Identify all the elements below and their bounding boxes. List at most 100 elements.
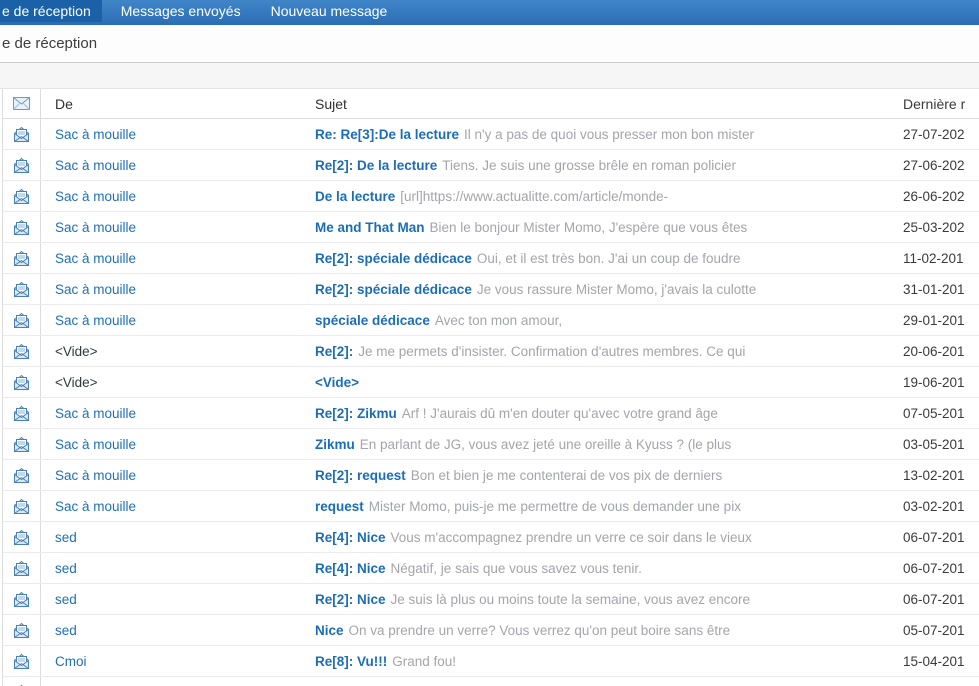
read-message-icon (3, 181, 41, 211)
message-row[interactable]: Cmoi Re[8]: Vu!!! Grand fou! 15-04-201 (3, 646, 979, 677)
sender-link[interactable]: Sac à mouille (55, 158, 136, 173)
message-row[interactable]: Sac à mouille Me and That Man Bien le bon… (3, 212, 979, 243)
last-reply-date: 06-07-201 (903, 529, 965, 545)
read-message-icon (3, 460, 41, 490)
tab-inbox[interactable]: e de réception (0, 0, 102, 22)
subject-link[interactable]: De la lecture (315, 189, 395, 204)
page-title: e de réception (0, 25, 979, 63)
message-preview: Je me permets d'insister. Confirmation d… (358, 343, 746, 359)
read-message-icon (3, 150, 41, 180)
column-header-sujet[interactable]: Sujet (315, 96, 903, 112)
subject-link[interactable]: Re: Re[3]:De la lecture (315, 127, 459, 142)
subject-link[interactable]: Re[2]: Nice (315, 592, 386, 607)
read-message-icon (3, 212, 41, 242)
message-row[interactable]: <Vide> <Vide> 19-06-201 (3, 367, 979, 398)
subject-link[interactable]: Re[4]: Nice (315, 530, 386, 545)
message-row[interactable]: Sac à mouille Re[2]: request Bon et bien … (3, 460, 979, 491)
last-reply-date: 27-07-202 (903, 126, 965, 142)
subject-link[interactable]: Re[2]: Zikmu (315, 406, 397, 421)
message-preview: [url]https://www.actualitte.com/article/… (400, 188, 669, 204)
column-header-de[interactable]: De (41, 96, 315, 112)
message-row[interactable]: sed Re[4]: Nice Négatif, je sais que vous… (3, 553, 979, 584)
message-row[interactable]: Sac à mouille request Mister Momo, puis-j… (3, 491, 979, 522)
sender-link[interactable]: Sac à mouille (55, 499, 136, 514)
subject-link[interactable]: spéciale dédicace (315, 313, 430, 328)
message-row[interactable]: <Vide> Re[2]: Je me permets d'insister. C… (3, 336, 979, 367)
last-reply-date: 06-07-201 (903, 560, 965, 576)
sender-link[interactable]: Sac à mouille (55, 127, 136, 142)
sender-link[interactable]: Sac à mouille (55, 468, 136, 483)
message-preview: On va prendre un verre? Vous verrez qu'o… (348, 622, 731, 638)
message-preview: Je suis là plus ou moins toute la semain… (390, 591, 750, 607)
message-row[interactable]: Sac à mouille Re[2]: De la lecture Tiens.… (3, 150, 979, 181)
subject-link[interactable]: Re[2]: De la lecture (315, 158, 437, 173)
subject-link[interactable]: Re[8]: Vu!!! (315, 654, 387, 669)
column-header-last-reply[interactable]: Dernière r (903, 96, 979, 112)
message-preview: Bien le bonjour Mister Momo, J'espère qu… (429, 219, 748, 235)
envelope-header-icon (3, 89, 41, 118)
message-row[interactable]: Sac à mouille spéciale dédicace Avec ton … (3, 305, 979, 336)
sender-link[interactable]: Sac à mouille (55, 313, 136, 328)
read-message-icon (3, 429, 41, 459)
last-reply-date: 15-04-201 (903, 653, 965, 669)
sender-link[interactable]: Sac à mouille (55, 220, 136, 235)
last-reply-date: 19-06-201 (903, 374, 965, 390)
inbox-table: De Sujet Dernière r Sac à mouille Re: Re… (2, 89, 979, 686)
subject-link[interactable]: Re[2]: spéciale dédicace (315, 251, 472, 266)
message-preview: Oui, et il est très bon. J'ai un coup de… (476, 250, 741, 266)
sender-link[interactable]: <Vide> (55, 344, 98, 359)
message-preview: Avec ton mon amour, (434, 312, 563, 328)
tab-sent-messages[interactable]: Messages envoyés (110, 0, 252, 22)
read-message-icon (3, 522, 41, 552)
last-reply-date: 11-02-201 (903, 250, 964, 266)
last-reply-date: 31-01-201 (903, 281, 965, 297)
last-reply-date: 13-02-201 (903, 467, 965, 483)
read-message-icon (3, 677, 41, 686)
tab-new-message[interactable]: Nouveau message (260, 0, 399, 22)
sender-link[interactable]: Sac à mouille (55, 251, 136, 266)
read-message-icon (3, 646, 41, 676)
message-row[interactable]: Sac à mouille Re: Re[3]:De la lecture Il … (3, 119, 979, 150)
read-message-icon (3, 243, 41, 273)
message-row[interactable]: Sac à mouille De la lecture [url]https://… (3, 181, 979, 212)
message-preview: Il n'y a pas de quoi vous presser mon bo… (464, 126, 755, 142)
message-preview: Bon et bien je me contenterai de vos pix… (410, 467, 723, 483)
sender-link[interactable]: <Vide> (55, 375, 98, 390)
subject-link[interactable]: Re[2]: request (315, 468, 406, 483)
sender-link[interactable]: Sac à mouille (55, 406, 136, 421)
sender-link[interactable]: Cmoi (55, 654, 87, 669)
last-reply-date: 20-06-201 (903, 343, 965, 359)
last-reply-date: 26-06-202 (903, 188, 965, 204)
message-preview: Je vous rassure Mister Momo, j'avais la … (476, 281, 757, 297)
message-row[interactable] (3, 677, 979, 686)
subject-link[interactable]: Re[4]: Nice (315, 561, 386, 576)
sender-link[interactable]: Sac à mouille (55, 189, 136, 204)
sender-link[interactable]: sed (55, 623, 77, 638)
subject-link[interactable]: Zikmu (315, 437, 355, 452)
read-message-icon (3, 119, 41, 149)
message-row[interactable]: sed Re[4]: Nice Vous m'accompagnez prendr… (3, 522, 979, 553)
last-reply-date: 27-06-202 (903, 157, 965, 173)
subject-link[interactable]: request (315, 499, 364, 514)
read-message-icon (3, 398, 41, 428)
sender-link[interactable]: sed (55, 530, 77, 545)
sender-link[interactable]: Sac à mouille (55, 282, 136, 297)
message-row[interactable]: Sac à mouille Zikmu En parlant de JG, vou… (3, 429, 979, 460)
message-row[interactable]: sed Re[2]: Nice Je suis là plus ou moins … (3, 584, 979, 615)
message-preview: Négatif, je sais que vous savez vous ten… (390, 560, 642, 576)
subject-link[interactable]: Re[2]: (315, 344, 353, 359)
message-list: Sac à mouille Re: Re[3]:De la lecture Il … (3, 119, 979, 686)
message-row[interactable]: Sac à mouille Re[2]: Zikmu Arf ! J'aurais… (3, 398, 979, 429)
sender-link[interactable]: sed (55, 561, 77, 576)
message-preview: Mister Momo, puis-je me permettre de vou… (368, 498, 741, 514)
message-row[interactable]: Sac à mouille Re[2]: spéciale dédicace Je… (3, 274, 979, 305)
sender-link[interactable]: Sac à mouille (55, 437, 136, 452)
read-message-icon (3, 305, 41, 335)
sender-link[interactable]: sed (55, 592, 77, 607)
subject-link[interactable]: Nice (315, 623, 344, 638)
message-row[interactable]: Sac à mouille Re[2]: spéciale dédicace Ou… (3, 243, 979, 274)
message-row[interactable]: sed Nice On va prendre un verre? Vous ver… (3, 615, 979, 646)
subject-link[interactable]: Re[2]: spéciale dédicace (315, 282, 472, 297)
subject-link[interactable]: <Vide> (315, 375, 359, 390)
subject-link[interactable]: Me and That Man (315, 220, 425, 235)
